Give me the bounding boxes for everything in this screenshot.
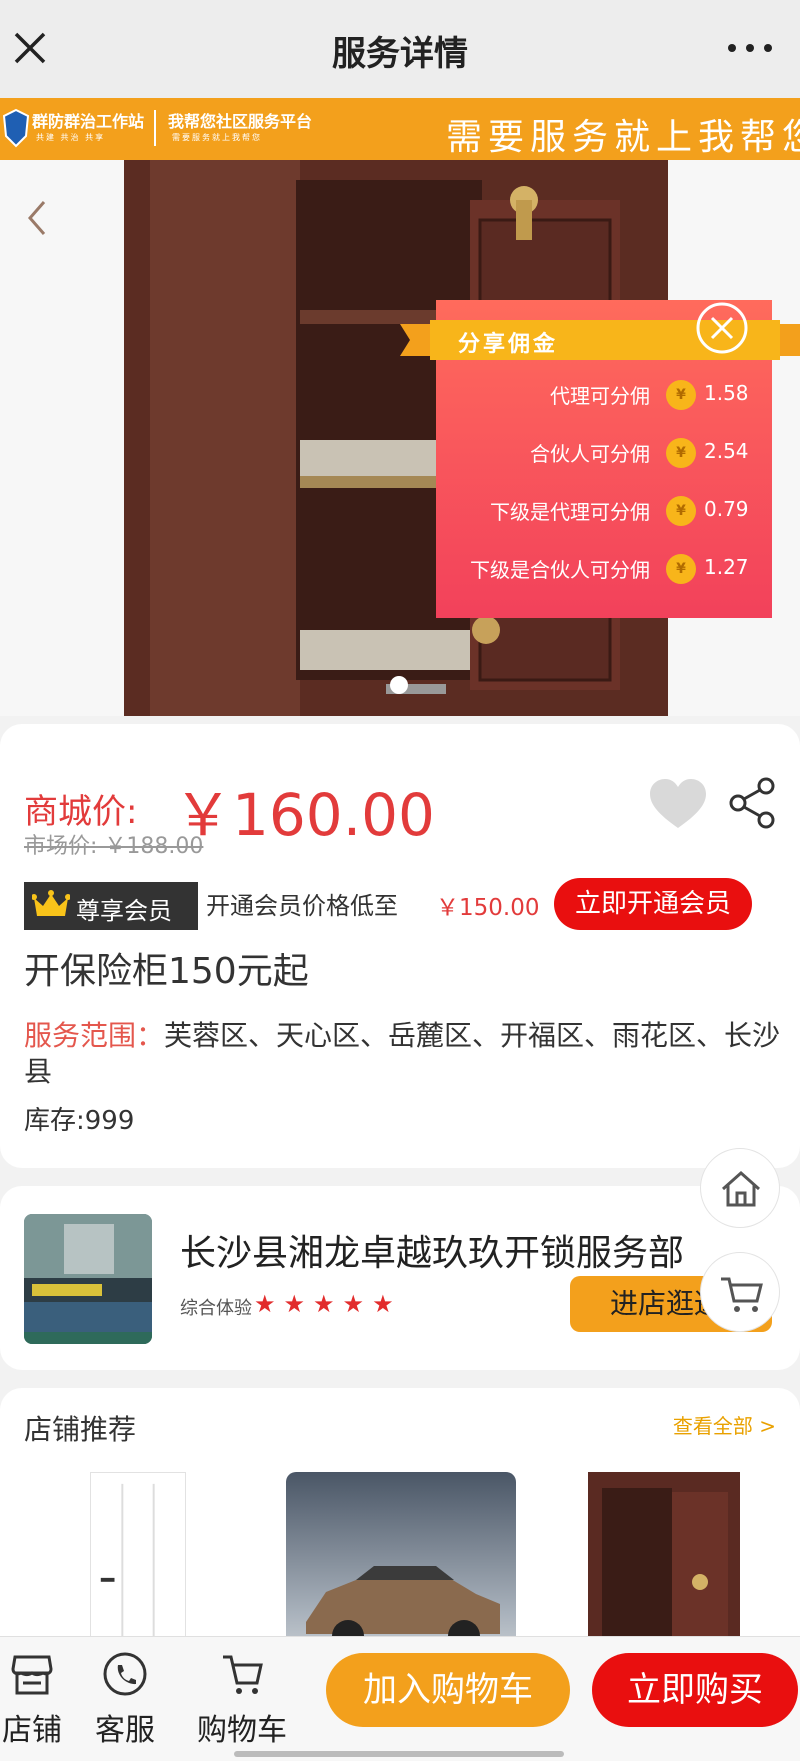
commission-amount: 1.58	[704, 381, 749, 405]
shop-icon	[11, 1655, 53, 1695]
station-name: 群防群治工作站	[32, 112, 145, 131]
floating-cart-button[interactable]	[700, 1252, 780, 1332]
price-label: 商城价:	[24, 792, 138, 832]
product-name: 开保险柜150元起	[24, 951, 309, 992]
commission-row: 合伙人可分佣 ¥ 2.54	[436, 428, 772, 486]
rating-label: 综合体验	[180, 1298, 252, 1319]
commission-amount: 1.27	[704, 555, 749, 579]
commission-title: 分享佣金	[458, 332, 559, 357]
nav-shop[interactable]: 店铺	[0, 1651, 64, 1749]
star-icon: ★	[372, 1290, 394, 1318]
commission-amount: 0.79	[704, 497, 749, 521]
station-subtitle: 共建 共治 共享	[36, 133, 106, 142]
floating-home-button[interactable]	[700, 1148, 780, 1228]
coin-icon: ¥	[666, 554, 696, 584]
vip-price: ￥150.00	[436, 895, 540, 921]
nav-service-label: 客服	[95, 1713, 155, 1748]
phone-icon	[103, 1652, 147, 1696]
commission-label: 下级是合伙人可分佣	[470, 558, 650, 582]
bottom-action-bar: 店铺 客服 购物车 加入购物车 立即购买	[0, 1636, 800, 1761]
carousel-indicator	[390, 676, 408, 694]
service-scope-label: 服务范围：	[24, 1019, 165, 1052]
star-icon: ★	[313, 1290, 335, 1318]
close-circle-icon[interactable]	[694, 300, 750, 356]
coin-icon: ¥	[666, 380, 696, 410]
banner-slogan: 需要服务就上我帮您	[446, 117, 800, 158]
store-name: 长沙县湘龙卓越玖玖开锁服务部	[180, 1233, 685, 1274]
star-icon: ★	[283, 1290, 306, 1318]
vip-badge: 尊享会员	[24, 882, 198, 930]
star-icon: ★	[342, 1290, 365, 1318]
commission-label: 下级是代理可分佣	[490, 500, 650, 524]
more-icon[interactable]	[726, 38, 774, 58]
recommend-title: 店铺推荐	[24, 1413, 137, 1446]
commission-popup: 分享佣金 代理可分佣 ¥ 1.58 合伙人可分佣 ¥ 2.54 下级是代理可分佣…	[400, 300, 800, 618]
stock-count: 库存:999	[24, 1106, 135, 1136]
chevron-left-icon[interactable]	[22, 198, 52, 238]
product-info-card: 商城价: ￥160.00 市场价: ￥188.00 尊享会员 开通会员价格低至 …	[0, 724, 800, 1168]
top-bar: 服务详情	[0, 0, 800, 98]
home-icon	[722, 1170, 760, 1207]
commission-amount: 2.54	[704, 439, 749, 463]
page-title: 服务详情	[332, 34, 468, 74]
vip-description: 开通会员价格低至	[206, 892, 398, 920]
platform-subtitle: 需要服务就上我帮您	[172, 133, 262, 142]
vip-badge-label: 尊享会员	[76, 897, 172, 925]
coin-icon: ¥	[666, 438, 696, 468]
open-membership-button[interactable]: 立即开通会员	[554, 878, 752, 930]
nav-shop-label: 店铺	[2, 1713, 62, 1748]
service-scope: 服务范围：芙蓉区、天心区、岳麓区、开福区、雨花区、长沙县	[24, 1018, 784, 1090]
nav-cart[interactable]: 购物车	[190, 1651, 294, 1749]
nav-cart-label: 购物车	[197, 1713, 287, 1748]
nav-customer-service[interactable]: 客服	[88, 1651, 162, 1749]
add-to-cart-button[interactable]: 加入购物车	[326, 1653, 570, 1727]
store-card: 长沙县湘龙卓越玖玖开锁服务部 综合体验 ★ ★ ★ ★ ★ 进店逛逛	[0, 1186, 800, 1370]
market-price: 市场价: ￥188.00	[24, 834, 204, 859]
store-thumbnail[interactable]	[24, 1214, 152, 1344]
share-icon[interactable]	[728, 776, 778, 830]
banner-divider	[154, 110, 156, 146]
home-indicator	[234, 1751, 564, 1757]
commission-label: 合伙人可分佣	[530, 442, 650, 466]
commission-label: 代理可分佣	[550, 384, 650, 408]
view-all-link[interactable]: 查看全部 >	[673, 1410, 776, 1439]
price-value: ￥160.00	[174, 781, 435, 849]
buy-now-button[interactable]: 立即购买	[592, 1653, 798, 1727]
commission-row: 下级是合伙人可分佣 ¥ 1.27	[436, 544, 772, 602]
commission-row: 下级是代理可分佣 ¥ 0.79	[436, 486, 772, 544]
commission-row: 代理可分佣 ¥ 1.58	[436, 370, 772, 428]
heart-icon[interactable]	[648, 776, 708, 832]
crown-icon	[32, 890, 70, 916]
police-badge-icon	[2, 108, 30, 148]
star-icon: ★	[254, 1290, 276, 1318]
promo-banner: 群防群治工作站 共建 共治 共享 我帮您社区服务平台 需要服务就上我帮您 需要服…	[0, 98, 800, 160]
commission-rows: 代理可分佣 ¥ 1.58 合伙人可分佣 ¥ 2.54 下级是代理可分佣 ¥ 0.…	[436, 370, 772, 602]
platform-name: 我帮您社区服务平台	[168, 112, 313, 131]
cart-icon	[223, 1655, 263, 1694]
rating-stars: ★ ★ ★ ★ ★	[254, 1290, 402, 1318]
coin-icon: ¥	[666, 496, 696, 526]
cart-icon	[721, 1277, 763, 1312]
